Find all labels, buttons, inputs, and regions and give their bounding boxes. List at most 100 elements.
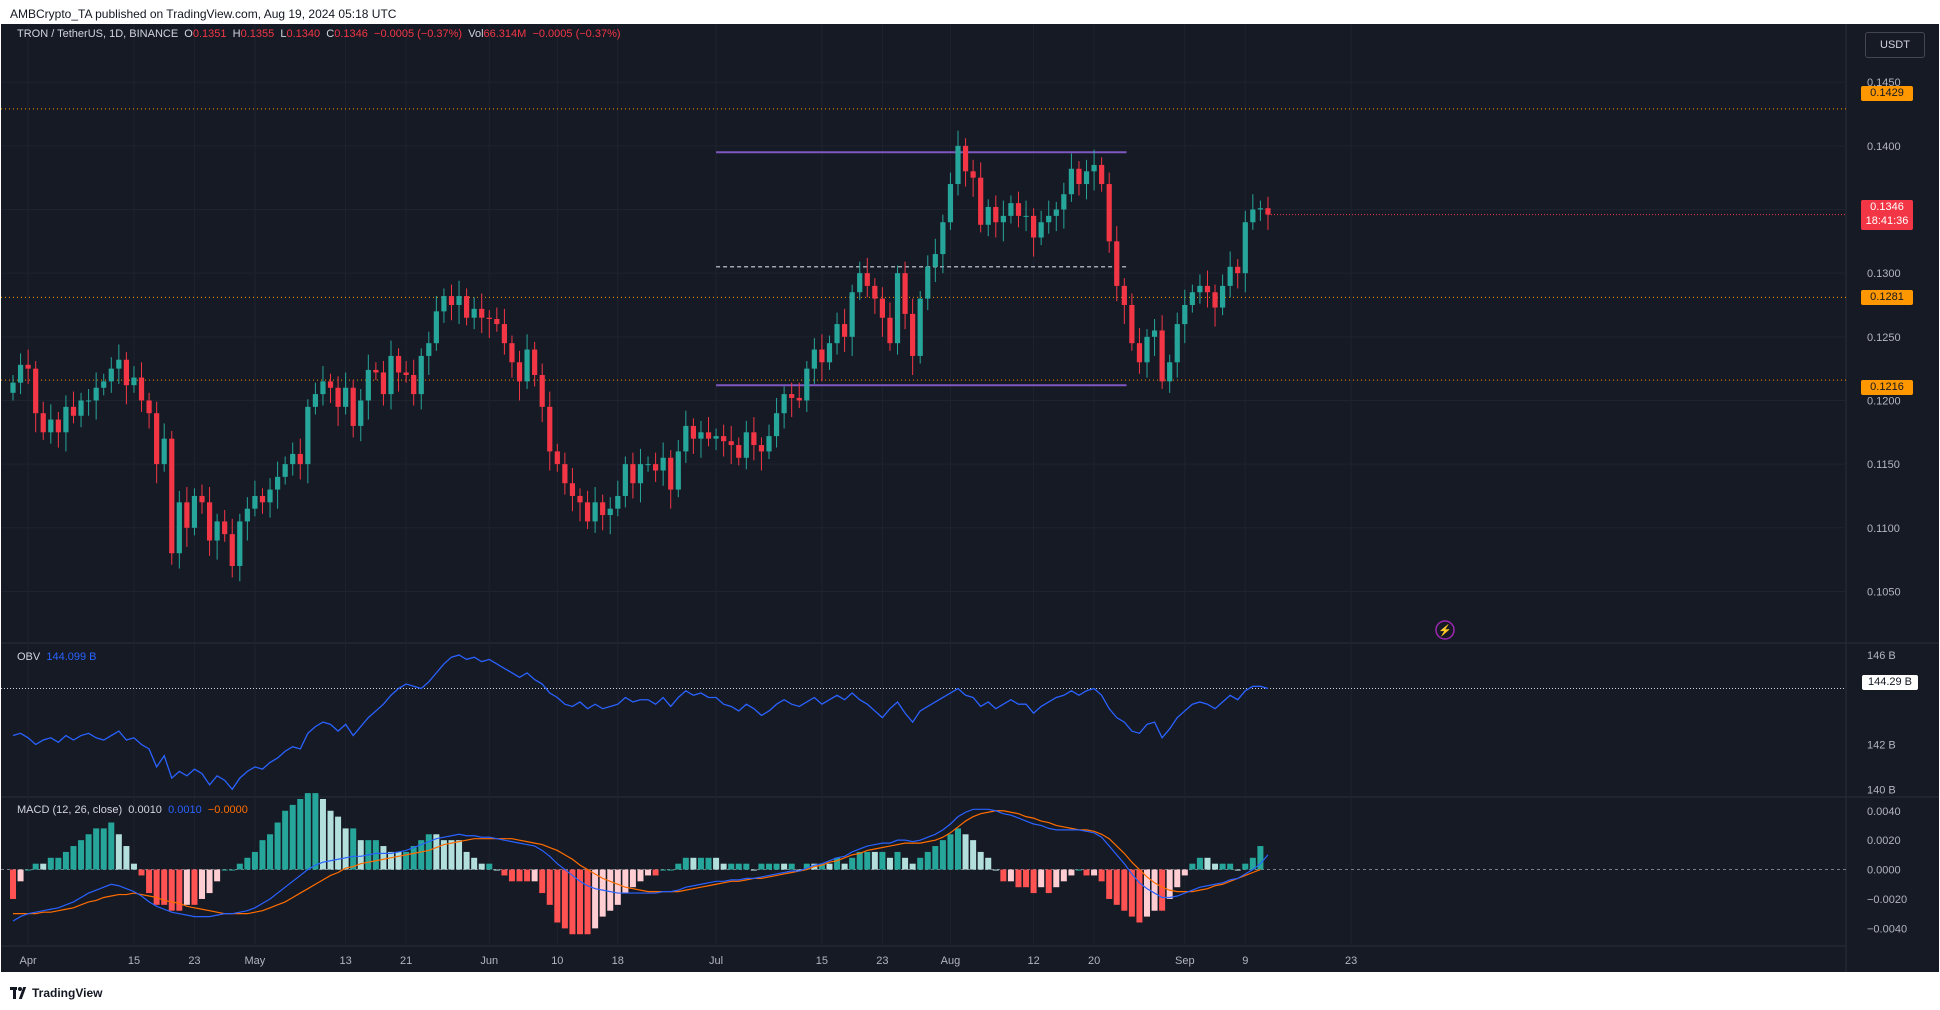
- time-tick-label: 21: [400, 955, 412, 967]
- macd-histogram-bar: [486, 863, 493, 870]
- macd-histogram-bar: [607, 869, 614, 911]
- macd-histogram-bar: [932, 846, 939, 870]
- obv-legend[interactable]: OBV 144.099 B: [17, 651, 97, 663]
- candle-body: [1121, 285, 1127, 305]
- macd-histogram-bar: [146, 869, 153, 894]
- macd-histogram-bar: [1196, 857, 1203, 870]
- macd-histogram-bar: [728, 863, 735, 870]
- legend-high-label: H: [232, 28, 241, 40]
- candle-body: [169, 438, 175, 554]
- candle-body: [932, 254, 938, 267]
- macd-histogram-bar: [478, 863, 485, 870]
- macd-histogram-bar: [410, 846, 417, 870]
- macd-histogram-bar: [955, 828, 961, 870]
- macd-histogram-bar: [388, 851, 394, 870]
- macd-histogram-bar: [516, 869, 523, 882]
- macd-histogram-bar: [251, 851, 258, 870]
- candle-body: [275, 476, 281, 490]
- candle-body: [947, 184, 954, 223]
- macd-histogram-bar: [1159, 869, 1166, 911]
- macd-histogram-bar: [879, 851, 886, 870]
- macd-histogram-bar: [667, 869, 674, 871]
- candle-body: [554, 451, 560, 465]
- macd-histogram-bar: [282, 810, 289, 870]
- candle-body: [607, 508, 613, 516]
- currency-button[interactable]: USDT: [1865, 32, 1925, 58]
- candle-body: [1235, 266, 1241, 274]
- macd-histogram-bar: [909, 863, 916, 870]
- macd-histogram-bar: [130, 863, 137, 870]
- candle-body: [766, 436, 772, 452]
- candle-body: [343, 387, 349, 407]
- candle-body: [600, 502, 606, 516]
- candle-body: [879, 298, 885, 318]
- macd-histogram-bar: [1098, 869, 1105, 882]
- candle-body: [138, 377, 145, 401]
- macd-histogram-bar: [614, 869, 621, 905]
- candle-body: [653, 464, 659, 471]
- price-tick-label: 0.1150: [1867, 459, 1900, 471]
- candle-body: [547, 406, 553, 452]
- candle-body: [388, 355, 394, 395]
- candle-body: [894, 273, 901, 344]
- macd-histogram-bar: [1189, 863, 1196, 870]
- candle-body: [176, 502, 182, 554]
- candle-body: [1046, 215, 1052, 223]
- legend-vol-change: −0.0005 (−0.37%): [532, 28, 621, 40]
- candle-body: [55, 419, 61, 433]
- candle-body: [93, 387, 99, 401]
- candle-body: [365, 369, 371, 401]
- candle-body: [804, 368, 810, 401]
- candle-body: [471, 308, 477, 318]
- candle-body: [494, 318, 500, 325]
- macd-histogram-bar: [380, 846, 387, 870]
- macd-histogram-bar: [85, 834, 92, 870]
- candle-body: [864, 273, 870, 286]
- publisher-line: AMBCrypto_TA published on TradingView.co…: [10, 7, 397, 21]
- macd-histogram-bar: [856, 851, 863, 870]
- macd-histogram-bar: [244, 857, 251, 870]
- legend-open: 0.1351: [192, 28, 227, 40]
- candle-body: [1008, 203, 1014, 216]
- price-tick-label: 0.1100: [1867, 523, 1900, 535]
- macd-histogram-bar: [191, 869, 198, 905]
- candle-body: [131, 377, 137, 386]
- candle-body: [1220, 285, 1226, 308]
- signal-value: −0.0000: [207, 804, 248, 816]
- macd-histogram-bar: [350, 828, 357, 870]
- footer-brand[interactable]: TradingView: [10, 986, 102, 1000]
- candle-body: [985, 206, 991, 225]
- candle-body: [773, 413, 780, 437]
- macd-histogram-bar: [992, 869, 999, 871]
- macd-histogram-bar: [289, 804, 296, 870]
- chart-frame[interactable]: 0.14500.14000.13500.13000.12500.12000.11…: [1, 24, 1939, 972]
- macd-histogram-bar: [849, 857, 856, 870]
- macd-histogram-bar: [970, 840, 977, 870]
- macd-histogram-bar: [297, 799, 304, 870]
- candle-body: [282, 464, 288, 477]
- macd-line: [12, 808, 1269, 922]
- candle-body: [615, 495, 621, 509]
- macd-histogram-bar: [539, 869, 546, 894]
- macd-tick-label: −0.0020: [1867, 894, 1907, 906]
- tradingview-logo-icon: [10, 987, 28, 999]
- macd-histogram-bar: [372, 840, 379, 870]
- macd-legend[interactable]: MACD (12, 26, close) 0.0010 0.0010 −0.00…: [17, 804, 248, 816]
- macd-tick-label: −0.0040: [1867, 923, 1907, 935]
- time-tick-label: 23: [876, 955, 888, 967]
- time-tick-label: 9: [1242, 955, 1248, 967]
- macd-histogram-bar: [1136, 869, 1143, 923]
- time-tick-label: 20: [1088, 955, 1100, 967]
- macd-histogram-bar: [17, 869, 24, 882]
- candle-body: [403, 372, 409, 376]
- macd-histogram-bar: [977, 851, 984, 870]
- chart-svg[interactable]: 0.14500.14000.13500.13000.12500.12000.11…: [1, 24, 1939, 972]
- candle-body: [252, 495, 258, 509]
- candle-body: [524, 349, 530, 382]
- macd-histogram-bar: [773, 863, 780, 870]
- event-marker-glyph: ⚡: [1438, 624, 1452, 637]
- price-legend[interactable]: TRON / TetherUS, 1D, BINANCE O0.1351 H0.…: [17, 28, 621, 40]
- candle-body: [1136, 343, 1143, 363]
- last-price-tag: 0.1346 18:41:36: [1861, 200, 1913, 230]
- macd-histogram-bar: [153, 869, 160, 905]
